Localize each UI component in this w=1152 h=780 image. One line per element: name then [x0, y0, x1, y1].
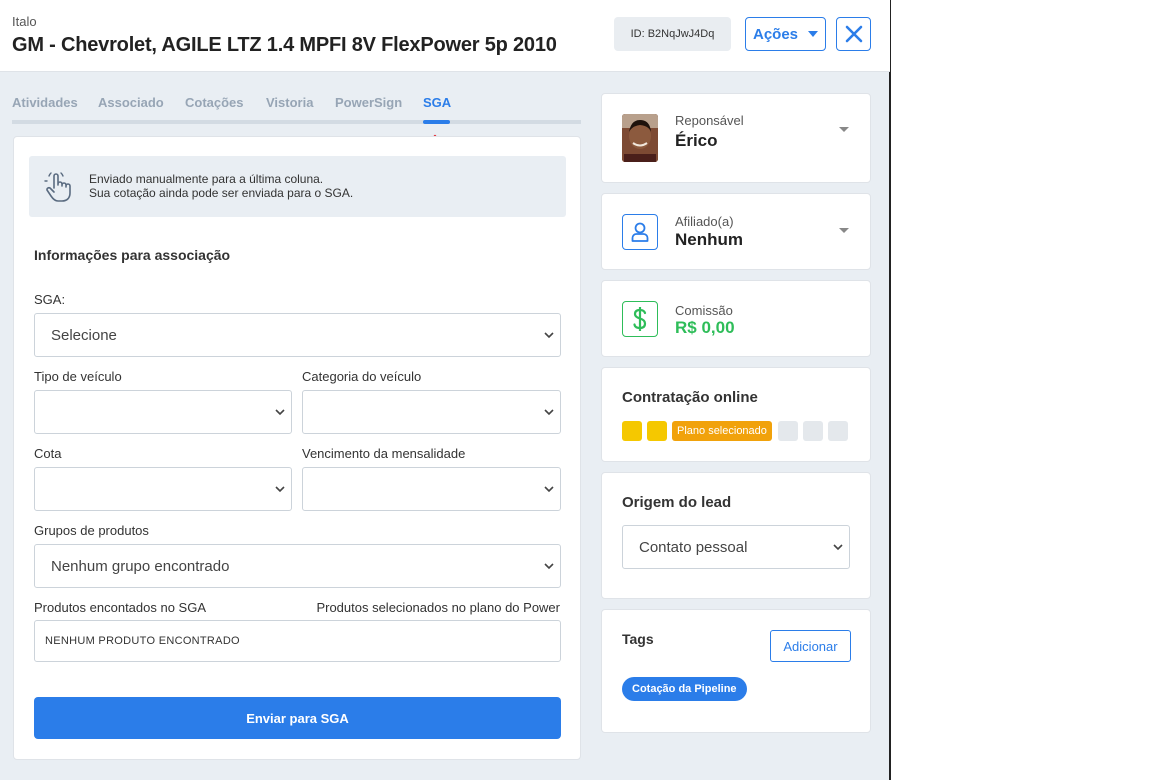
tab-cotacoes[interactable]: Cotações — [185, 95, 244, 110]
quota-label: Cota — [34, 446, 62, 461]
products-box: NENHUM PRODUTO ENCONTRADO — [34, 620, 561, 662]
chevron-down-icon — [544, 332, 554, 339]
vehicle-type-label: Tipo de veículo — [34, 369, 122, 384]
owner-name: Italo — [12, 14, 37, 29]
send-to-sga-button[interactable]: Enviar para SGA — [34, 697, 561, 739]
sga-select-value: Selecione — [51, 326, 117, 344]
responsible-card[interactable]: Reponsável Érico — [601, 93, 871, 183]
step-done — [647, 421, 667, 441]
products-sga-label: Produtos encontados no SGA — [34, 600, 207, 615]
tab-atividades[interactable]: Atividades — [12, 95, 78, 110]
tags-card: Tags Adicionar Cotação da Pipeline — [601, 609, 871, 733]
add-tag-button[interactable]: Adicionar — [770, 630, 851, 662]
due-label: Vencimento da mensalidade — [302, 446, 466, 461]
tab-powersign[interactable]: PowerSign — [335, 95, 402, 110]
commission-label: Comissão — [675, 303, 733, 318]
dollar-icon — [622, 301, 658, 337]
lead-panel: Italo GM - Chevrolet, AGILE LTZ 1.4 MPFI… — [0, 0, 891, 780]
origin-title: Origem do lead — [622, 494, 732, 511]
responsible-label: Reponsável — [675, 113, 744, 128]
products-value: NENHUM PRODUTO ENCONTRADO — [45, 635, 240, 647]
actions-label: Ações — [752, 25, 799, 43]
lead-origin-card: Origem do lead Contato pessoal — [601, 472, 871, 599]
tag-pill[interactable]: Cotação da Pipeline — [622, 677, 747, 701]
close-button[interactable] — [836, 17, 871, 51]
avatar — [622, 114, 658, 162]
sga-card: Enviado manualmente para a última coluna… — [13, 136, 581, 760]
step-done — [622, 421, 642, 441]
commission-card: Comissão R$ 0,00 — [601, 280, 871, 357]
step-pending — [778, 421, 798, 441]
user-icon — [622, 214, 658, 250]
active-tab-indicator — [423, 120, 450, 124]
sga-select[interactable]: Selecione — [34, 313, 561, 357]
groups-select[interactable]: Nenhum grupo encontrado — [34, 544, 561, 588]
actions-button[interactable]: Ações — [745, 17, 826, 51]
info-notice: Enviado manualmente para a última coluna… — [29, 156, 566, 217]
commission-value: R$ 0,00 — [675, 318, 735, 337]
vehicle-type-select[interactable] — [34, 390, 292, 434]
info-line-2: Sua cotação ainda pode ser enviada para … — [89, 186, 354, 200]
chevron-down-icon — [544, 409, 554, 416]
online-contracting-card: Contratação online Plano selecionado — [601, 367, 871, 462]
due-select[interactable] — [302, 467, 561, 511]
caret-down-icon — [839, 127, 849, 132]
info-line-1: Enviado manualmente para a última coluna… — [89, 172, 324, 186]
step-current: Plano selecionado — [672, 421, 772, 441]
sga-label: SGA: — [34, 292, 66, 307]
origin-value: Contato pessoal — [639, 538, 748, 556]
tags-title: Tags — [622, 631, 654, 647]
hand-pointer-icon — [44, 172, 71, 202]
vehicle-category-select[interactable] — [302, 390, 561, 434]
chevron-down-icon — [275, 486, 285, 493]
quota-select[interactable] — [34, 467, 292, 511]
caret-down-icon — [808, 31, 819, 37]
chevron-down-icon — [544, 486, 554, 493]
step-pending — [803, 421, 823, 441]
chevron-down-icon — [833, 544, 843, 551]
header: Italo GM - Chevrolet, AGILE LTZ 1.4 MPFI… — [0, 0, 890, 72]
tab-vistoria[interactable]: Vistoria — [266, 95, 313, 110]
groups-label: Grupos de produtos — [34, 523, 149, 538]
origin-select[interactable]: Contato pessoal — [622, 525, 850, 569]
vehicle-category-label: Categoria do veículo — [302, 369, 422, 384]
tab-associado[interactable]: Associado — [98, 95, 164, 110]
step-pending — [828, 421, 848, 441]
caret-down-icon — [839, 228, 849, 233]
tab-bar: Atividades Associado Cotações Vistoria P… — [12, 92, 581, 124]
affiliate-card[interactable]: Afiliado(a) Nenhum — [601, 193, 871, 270]
online-title: Contratação online — [622, 389, 758, 406]
info-text: Enviado manualmente para a última coluna… — [89, 172, 353, 200]
groups-value: Nenhum grupo encontrado — [51, 557, 230, 575]
affiliate-label: Afiliado(a) — [675, 214, 734, 229]
products-selected-label: Produtos selecionados no plano do Power — [316, 600, 560, 615]
affiliate-value: Nenhum — [675, 230, 743, 249]
chevron-down-icon — [275, 409, 285, 416]
section-title: Informações para associação — [34, 247, 231, 263]
tab-sga[interactable]: SGA — [423, 95, 451, 110]
id-badge: ID: B2NqJwJ4Dq — [614, 17, 731, 51]
close-icon — [845, 25, 862, 43]
chevron-down-icon — [544, 563, 554, 570]
page-title: GM - Chevrolet, AGILE LTZ 1.4 MPFI 8V Fl… — [12, 34, 557, 56]
responsible-value: Érico — [675, 131, 718, 150]
